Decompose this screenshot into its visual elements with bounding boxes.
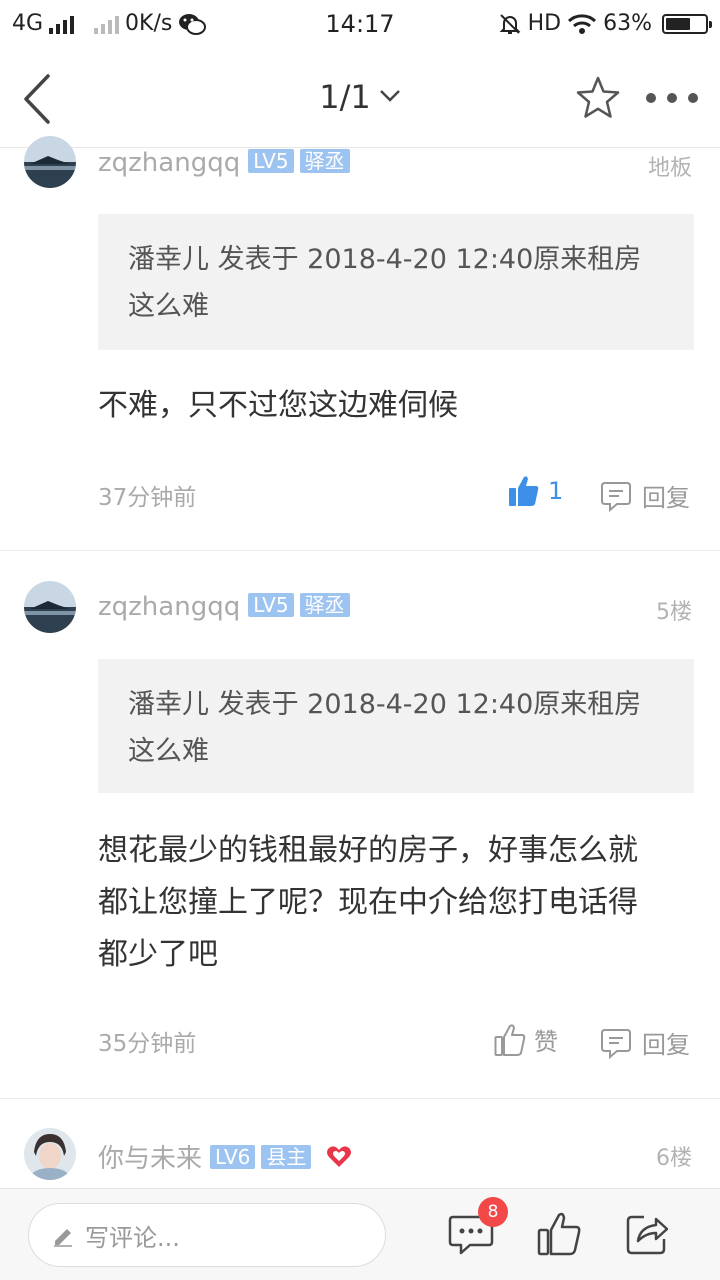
battery-fill	[666, 17, 690, 30]
like-label: 赞	[534, 1028, 558, 1056]
username[interactable]: 你与未来 LV6 县主	[98, 1138, 352, 1175]
write-comment-input[interactable]: 写评论...	[28, 1203, 386, 1267]
battery-percent: 63%	[603, 11, 652, 36]
screen: 4G 0K/s 14:17 HD 63% 1/1 zqzhangqq LV5 驿…	[0, 0, 720, 1280]
reply-label: 回复	[642, 1031, 690, 1059]
title-badge: 县主	[261, 1145, 312, 1169]
comment-icon	[601, 1028, 631, 1059]
reply-label: 回复	[642, 484, 690, 512]
quoted-reply: 潘幸儿 发表于 2018-4-20 12:40原来租房这么难	[98, 659, 694, 793]
page-indicator: 1/1	[319, 78, 371, 116]
reply-button[interactable]: 回复	[600, 478, 690, 513]
floor-label: 5楼	[656, 600, 692, 625]
like-count: 1	[548, 477, 564, 505]
username-text: 你与未来	[98, 1144, 203, 1174]
username-text: zqzhangqq	[98, 148, 241, 178]
title-badge: 驿丞	[299, 593, 350, 617]
avatar[interactable]	[24, 581, 76, 633]
reply-button[interactable]: 回复	[600, 1025, 690, 1060]
floor-label: 地板	[647, 156, 692, 181]
mute-bell-icon	[499, 13, 521, 34]
username[interactable]: zqzhangqq LV5 驿丞	[98, 592, 350, 622]
comment-placeholder: 写评论...	[85, 1223, 180, 1252]
post-content: 想花最少的钱租最好的房子，好事怎么就都让您撞上了呢？现在中介给您打电话得都少了吧	[98, 833, 638, 972]
comment-icon	[601, 481, 631, 512]
top-nav-bar: 1/1	[0, 50, 720, 148]
comment-count-badge: 8	[478, 1197, 508, 1227]
avatar[interactable]	[24, 136, 76, 188]
pencil-icon	[54, 1229, 72, 1247]
post-time: 35分钟前	[98, 1031, 197, 1057]
like-button[interactable]: 1	[508, 474, 563, 508]
username[interactable]: zqzhangqq LV5 驿丞	[98, 148, 350, 178]
quoted-reply: 潘幸儿 发表于 2018-4-20 12:40原来租房这么难	[98, 214, 694, 350]
level-badge: LV5	[248, 149, 294, 173]
battery-icon	[662, 13, 712, 34]
thumbs-up-icon[interactable]	[536, 1211, 582, 1257]
floor-label: 6楼	[656, 1146, 692, 1171]
thumbs-up-icon	[494, 1023, 526, 1056]
title-badge: 驿丞	[299, 149, 350, 173]
avatar[interactable]	[24, 1128, 76, 1180]
level-badge: LV5	[248, 593, 294, 617]
heart-icon	[326, 1146, 351, 1167]
more-options-icon[interactable]	[646, 88, 698, 108]
favorite-star-icon[interactable]	[574, 74, 622, 122]
wifi-icon	[568, 13, 597, 34]
thumbs-up-filled-icon	[509, 476, 539, 506]
divider	[0, 1098, 720, 1099]
post-time: 37分钟前	[98, 485, 197, 511]
share-icon[interactable]	[624, 1211, 670, 1257]
like-button[interactable]: 赞	[494, 1022, 558, 1057]
status-bar: 4G 0K/s 14:17 HD 63%	[0, 0, 720, 50]
hd-indicator: HD	[527, 11, 562, 36]
chevron-down-icon	[379, 90, 400, 102]
username-text: zqzhangqq	[98, 592, 241, 622]
post-content: 不难，只不过您这边难伺候	[98, 388, 458, 423]
bottom-action-bar: 写评论... 8	[0, 1188, 720, 1280]
level-badge: LV6	[210, 1145, 256, 1169]
divider	[0, 550, 720, 551]
